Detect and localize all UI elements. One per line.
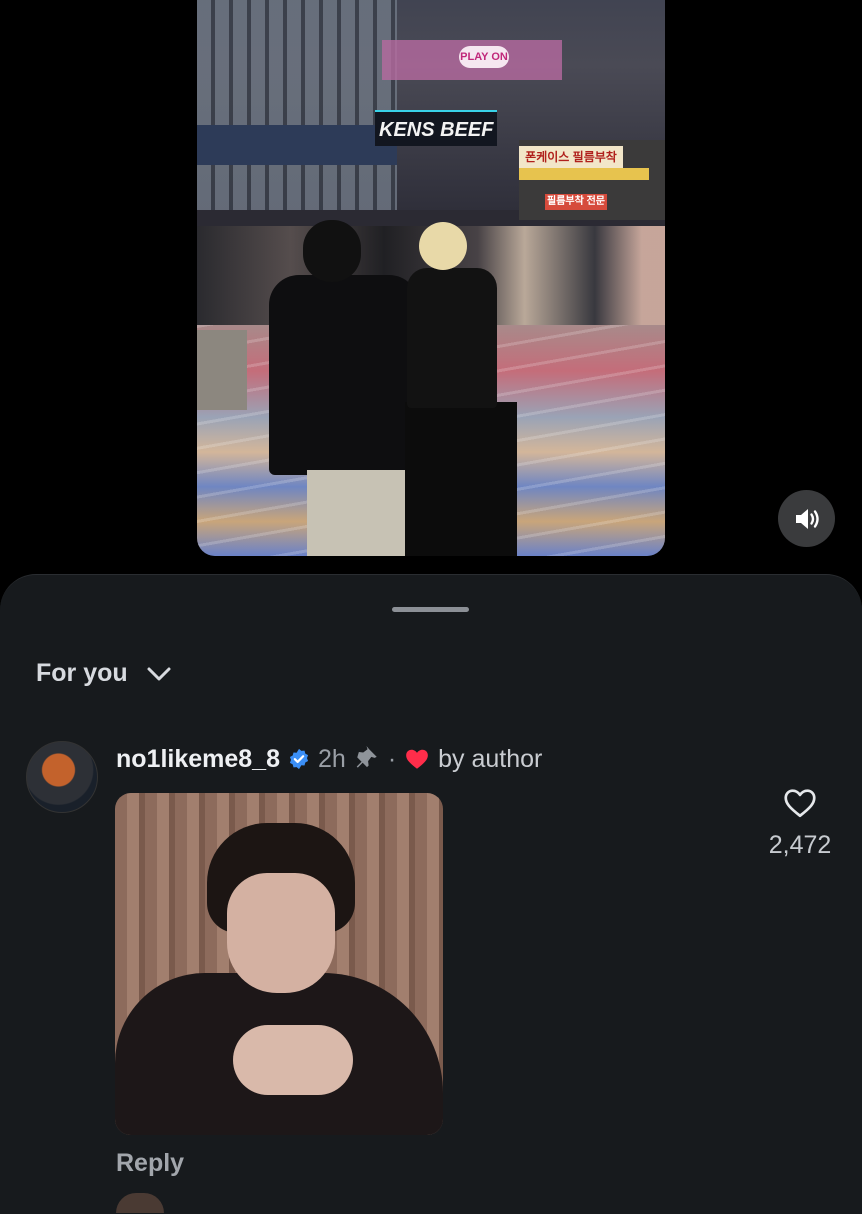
author-heart-icon	[406, 749, 428, 769]
kens-beef-sign: KENS BEEF	[375, 110, 497, 146]
building	[197, 0, 397, 210]
comment-time: 2h	[318, 744, 346, 773]
separator-dot: ·	[387, 744, 397, 773]
verified-badge-icon	[289, 748, 309, 770]
building-awning	[197, 125, 397, 165]
chevron-down-icon	[147, 667, 171, 680]
next-comment-avatar	[116, 1193, 164, 1213]
avatar[interactable]	[26, 741, 98, 813]
heart-outline-icon	[784, 789, 816, 818]
shop-awning	[519, 168, 649, 180]
shop-sign-small: 필름부착 전문	[545, 194, 607, 210]
play-on-sign: PLAY ON	[459, 46, 509, 68]
speaker-volume-icon	[795, 508, 819, 529]
shop-sign: 폰케이스 필름부착	[519, 146, 623, 168]
sort-label: For you	[36, 659, 128, 687]
username[interactable]: no1likeme8_8	[116, 745, 280, 774]
comments-sheet: For you no1likeme8_8 2h · by author Repl…	[0, 574, 862, 1214]
reply-button[interactable]: Reply	[116, 1149, 184, 1178]
video-player[interactable]: PLAY ON KENS BEEF 폰케이스 필름부착 필름부착 전문	[197, 0, 665, 556]
pin-icon	[356, 746, 377, 768]
like-button[interactable]: 2,472	[763, 785, 837, 860]
dancer-blonde-hair	[397, 222, 527, 556]
sheet-drag-handle[interactable]	[392, 607, 469, 612]
liked-by-author-label: by author	[438, 744, 543, 773]
planter	[197, 330, 247, 410]
sound-toggle-button[interactable]	[778, 490, 835, 547]
comment-header: no1likeme8_8 2h · by author	[116, 741, 542, 777]
comment-gif-image[interactable]	[115, 793, 443, 1135]
like-count: 2,472	[768, 831, 832, 859]
sort-dropdown[interactable]: For you	[36, 659, 172, 688]
